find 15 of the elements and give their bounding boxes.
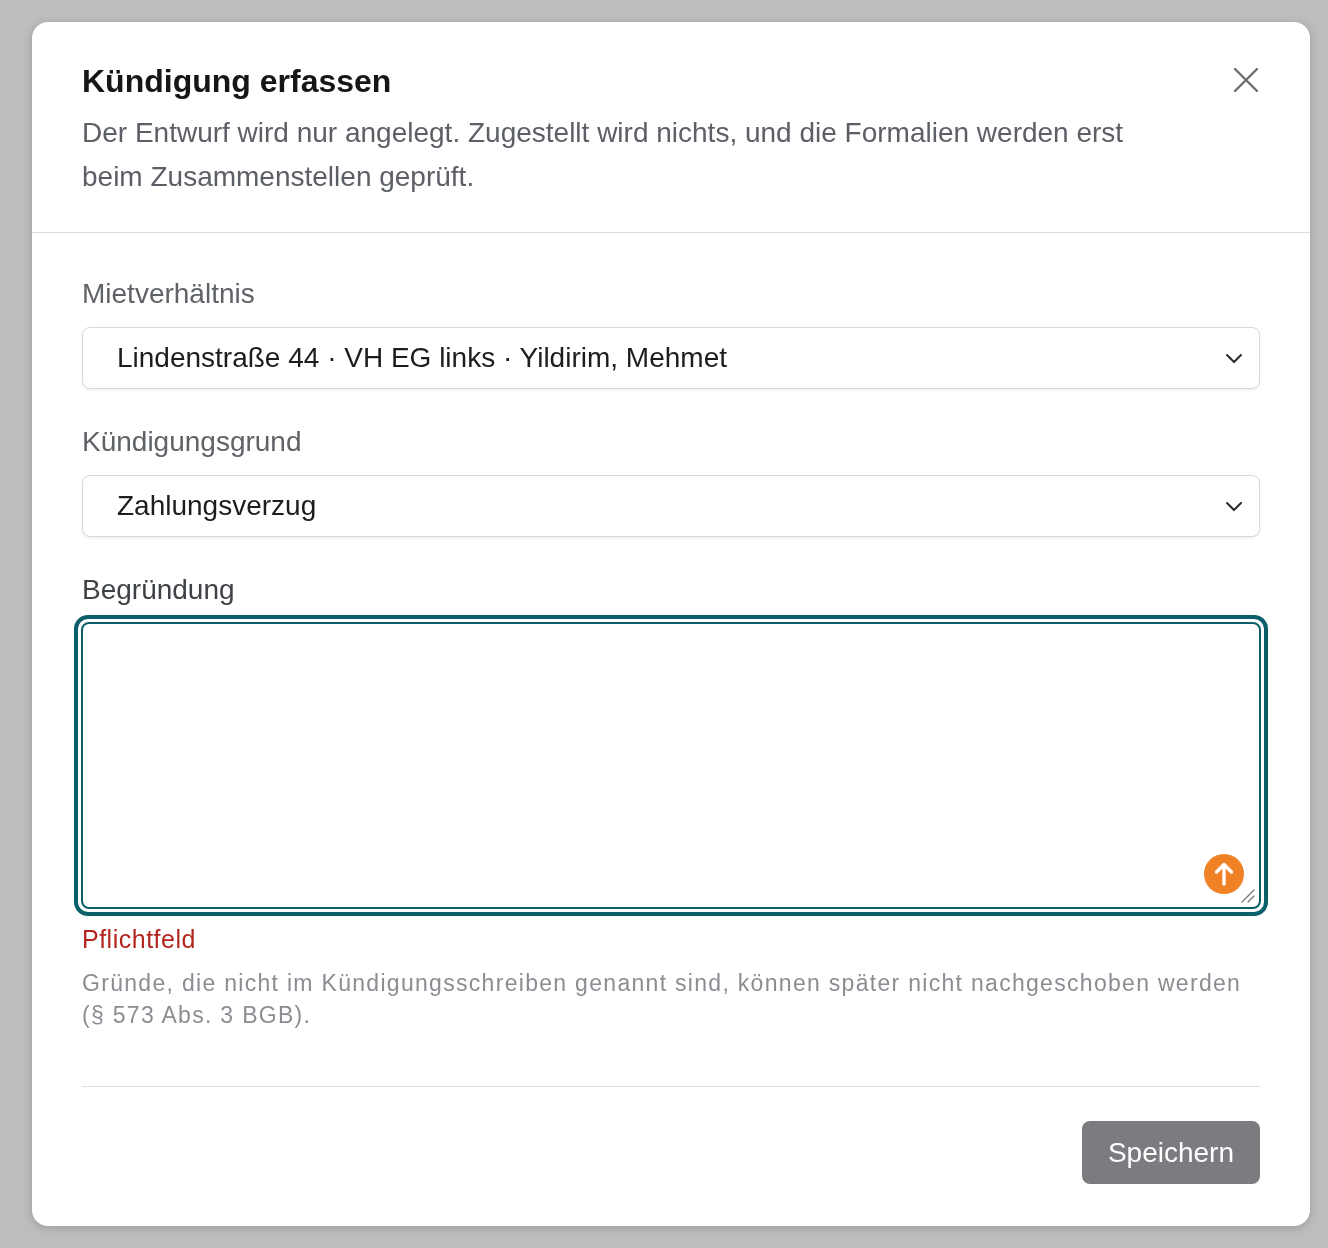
dropdown-field[interactable]: Lindenstraße 44 · VH EG links · Yildirim, Mehmet <box>82 327 1260 389</box>
close-icon <box>1234 68 1258 92</box>
chevron-down-icon <box>1225 352 1243 364</box>
dialog-description: Der Entwurf wird nur angelegt. Zugestellt wird nichts, und die Formalien werden erst beim Zusammenstellen geprüft. <box>82 116 1125 194</box>
field-label: Mietverhältnis <box>82 277 256 311</box>
dropdown-field[interactable]: Zahlungsverzug <box>82 475 1260 537</box>
field-label: Begründung <box>82 573 236 607</box>
dialog-title: Kündigung erfassen <box>82 62 393 100</box>
close-button[interactable] <box>1232 66 1260 94</box>
resize-handle-icon <box>1241 889 1255 903</box>
text-area-field[interactable] <box>74 615 1268 916</box>
error-message: Pflichtfeld <box>82 924 197 954</box>
field-label: Kündigungsgrund <box>82 425 303 459</box>
help-text: Gründe, die nicht im Kündigungsschreiben genannt sind, können später nicht nachgeschoben werden (§ 573 Abs. 3 BGB). <box>82 969 1243 1030</box>
chevron-down-icon <box>1225 500 1243 512</box>
